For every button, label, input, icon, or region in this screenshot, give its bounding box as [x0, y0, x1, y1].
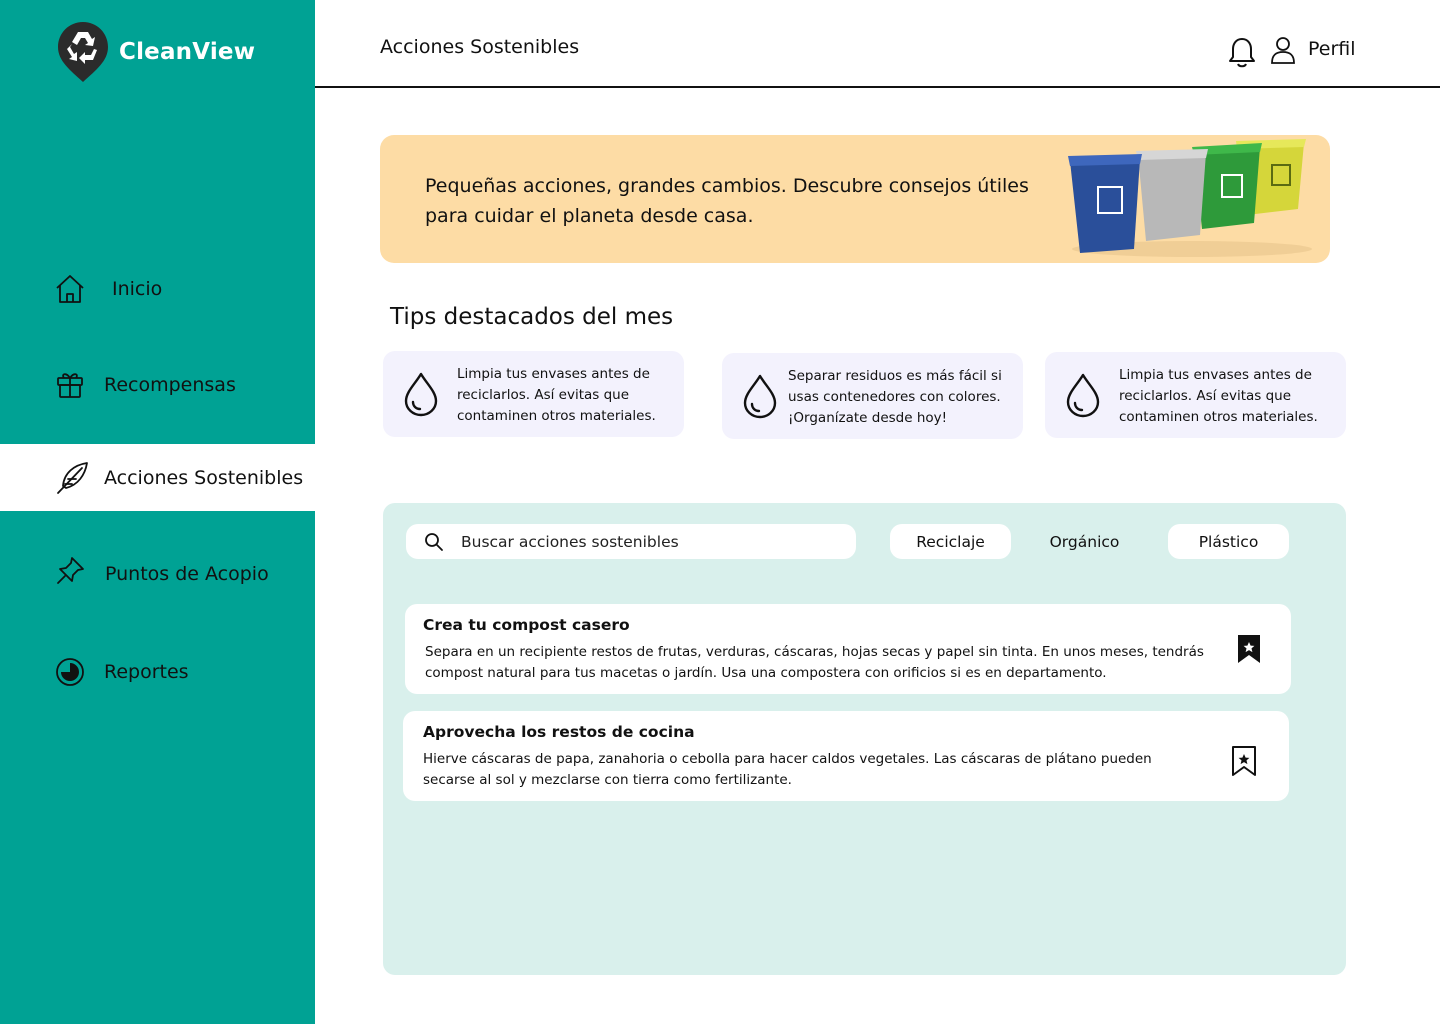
water-drop-icon [1066, 373, 1100, 418]
recycling-bins-illustration [1068, 139, 1312, 257]
top-header: Acciones Sostenibles Perfil [315, 0, 1440, 88]
actions-panel: Reciclaje Orgánico Plástico Crea tu comp… [383, 503, 1346, 975]
tip-text: Separar residuos es más fácil si usas co… [788, 368, 1002, 426]
water-drop-icon [743, 374, 777, 419]
brand[interactable]: CleanView [56, 20, 255, 84]
filter-chip-plastico[interactable]: Plástico [1168, 524, 1289, 559]
search-input[interactable] [461, 524, 841, 559]
filter-chip-organico[interactable]: Orgánico [1024, 524, 1145, 559]
profile-link[interactable]: Perfil [1308, 38, 1356, 60]
action-description: Hierve cáscaras de papa, zanahoria o ceb… [423, 751, 1152, 788]
sidebar: CleanView Inicio Recompensas Acciones So… [0, 0, 315, 1024]
tip-card: Limpia tus envases antes de reciclarlos.… [1045, 352, 1346, 438]
search-icon [425, 533, 443, 551]
tip-text: Limpia tus envases antes de reciclarlos.… [1119, 367, 1318, 425]
sidebar-item-recompensas[interactable]: Recompensas [0, 352, 315, 418]
sidebar-item-label: Puntos de Acopio [105, 563, 269, 585]
home-icon [56, 275, 84, 303]
filter-chip-reciclaje[interactable]: Reciclaje [890, 524, 1011, 559]
tip-card: Separar residuos es más fácil si usas co… [722, 353, 1023, 439]
recycle-pin-logo-icon [58, 22, 108, 82]
water-drop-icon [404, 372, 438, 417]
bookmark-filled-icon[interactable] [1236, 633, 1262, 665]
sidebar-item-label: Acciones Sostenibles [104, 466, 304, 489]
action-title: Crea tu compost casero [423, 616, 630, 634]
sidebar-item-inicio[interactable]: Inicio [0, 256, 315, 322]
tips-section-title: Tips destacados del mes [390, 304, 674, 330]
app-name: CleanView [119, 39, 256, 65]
bell-icon[interactable] [1227, 36, 1257, 68]
sidebar-item-reportes[interactable]: Reportes [0, 639, 315, 705]
sidebar-item-acciones-sostenibles[interactable]: Acciones Sostenibles [0, 444, 315, 511]
sidebar-item-label: Reportes [104, 661, 189, 683]
user-icon[interactable] [1270, 36, 1296, 64]
feather-icon [57, 462, 88, 494]
action-description: Separa en un recipiente restos de frutas… [425, 644, 1204, 681]
gift-icon [57, 373, 83, 398]
action-title: Aprovecha los restos de cocina [423, 723, 695, 741]
page-title: Acciones Sostenibles [380, 36, 580, 58]
pushpin-icon [57, 557, 84, 584]
bookmark-outline-icon[interactable] [1231, 745, 1257, 777]
search-bar[interactable] [406, 524, 856, 559]
tip-card: Limpia tus envases antes de reciclarlos.… [383, 351, 684, 437]
action-card[interactable]: Aprovecha los restos de cocina Hierve cá… [403, 711, 1289, 801]
tip-text: Limpia tus envases antes de reciclarlos.… [457, 366, 656, 424]
sidebar-item-puntos-de-acopio[interactable]: Puntos de Acopio [0, 541, 315, 607]
pie-chart-icon [56, 658, 84, 686]
sidebar-item-label: Inicio [112, 278, 163, 300]
banner-text: Pequeñas acciones, grandes cambios. Desc… [425, 175, 1029, 227]
hero-banner: Pequeñas acciones, grandes cambios. Desc… [380, 135, 1330, 263]
sidebar-item-label: Recompensas [104, 374, 236, 396]
action-card[interactable]: Crea tu compost casero Separa en un reci… [405, 604, 1291, 694]
